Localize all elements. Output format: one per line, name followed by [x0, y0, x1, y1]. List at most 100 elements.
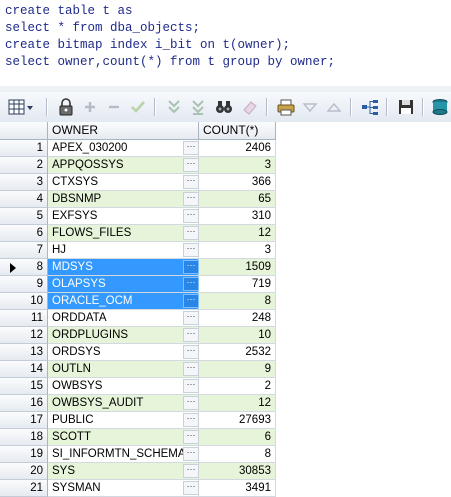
triangle-down-icon[interactable] [300, 97, 320, 117]
cell-ellipsis-button[interactable]: ··· [183, 243, 199, 257]
owner-cell[interactable]: SYSMAN [48, 480, 199, 497]
eraser-icon[interactable] [240, 97, 260, 117]
count-cell[interactable]: 27693 [199, 412, 276, 429]
table-row[interactable]: 7 HJ ··· 3 [0, 242, 278, 259]
owner-cell[interactable]: MDSYS [48, 259, 199, 276]
row-number[interactable]: 1 [0, 140, 48, 157]
row-number[interactable]: 5 [0, 208, 48, 225]
row-number[interactable]: 11 [0, 310, 48, 327]
count-cell[interactable]: 8 [199, 446, 276, 463]
table-row[interactable]: 19 SI_INFORMTN_SCHEMA ··· 8 [0, 446, 278, 463]
cell-ellipsis-button[interactable]: ··· [183, 141, 199, 155]
count-cell[interactable]: 1509 [199, 259, 276, 276]
count-cell[interactable]: 10 [199, 327, 276, 344]
count-cell[interactable]: 30853 [199, 463, 276, 480]
save-icon[interactable] [396, 97, 416, 117]
table-row[interactable]: 4 DBSNMP ··· 65 [0, 191, 278, 208]
down-double-alt-icon[interactable] [188, 97, 208, 117]
row-number[interactable]: 2 [0, 157, 48, 174]
row-number[interactable]: 19 [0, 446, 48, 463]
owner-cell[interactable]: HJ [48, 242, 199, 259]
owner-cell[interactable]: OLAPSYS [48, 276, 199, 293]
row-number[interactable]: 20 [0, 463, 48, 480]
check-icon[interactable] [128, 97, 148, 117]
triangle-up-icon[interactable] [324, 97, 344, 117]
table-row[interactable]: 16 OWBSYS_AUDIT ··· 12 [0, 395, 278, 412]
owner-cell[interactable]: OWBSYS_AUDIT [48, 395, 199, 412]
row-number[interactable]: 9 [0, 276, 48, 293]
owner-cell[interactable]: APPQOSSYS [48, 157, 199, 174]
cell-ellipsis-button[interactable]: ··· [183, 481, 199, 495]
table-row[interactable]: 11 ORDDATA ··· 248 [0, 310, 278, 327]
cell-ellipsis-button[interactable]: ··· [183, 430, 199, 444]
cell-ellipsis-button[interactable]: ··· [183, 464, 199, 478]
cell-ellipsis-button[interactable]: ··· [183, 294, 199, 308]
table-row[interactable]: 17 PUBLIC ··· 27693 [0, 412, 278, 429]
count-cell[interactable]: 3 [199, 157, 276, 174]
count-cell[interactable]: 12 [199, 395, 276, 412]
table-row[interactable]: 10 ORACLE_OCM ··· 8 [0, 293, 278, 310]
count-cell[interactable]: 719 [199, 276, 276, 293]
row-number[interactable]: 4 [0, 191, 48, 208]
row-number[interactable]: 21 [0, 480, 48, 497]
row-number[interactable]: 16 [0, 395, 48, 412]
grid-menu-icon[interactable] [8, 97, 36, 117]
count-cell[interactable]: 366 [199, 174, 276, 191]
owner-cell[interactable]: DBSNMP [48, 191, 199, 208]
table-row[interactable]: 5 EXFSYS ··· 310 [0, 208, 278, 225]
row-number[interactable]: 10 [0, 293, 48, 310]
cell-ellipsis-button[interactable]: ··· [183, 277, 199, 291]
owner-cell[interactable]: ORDSYS [48, 344, 199, 361]
owner-cell[interactable]: OUTLN [48, 361, 199, 378]
owner-cell[interactable]: EXFSYS [48, 208, 199, 225]
add-icon[interactable] [80, 97, 100, 117]
row-number[interactable]: 7 [0, 242, 48, 259]
cell-ellipsis-button[interactable]: ··· [183, 175, 199, 189]
count-cell[interactable]: 9 [199, 361, 276, 378]
cell-ellipsis-button[interactable]: ··· [183, 345, 199, 359]
table-row[interactable]: 14 OUTLN ··· 9 [0, 361, 278, 378]
table-row[interactable]: 15 OWBSYS ··· 2 [0, 378, 278, 395]
table-row[interactable]: 18 SCOTT ··· 6 [0, 429, 278, 446]
row-number[interactable]: 12 [0, 327, 48, 344]
cell-ellipsis-button[interactable]: ··· [183, 209, 199, 223]
owner-cell[interactable]: SI_INFORMTN_SCHEMA [48, 446, 199, 463]
cell-ellipsis-button[interactable]: ··· [183, 311, 199, 325]
table-row[interactable]: 2 APPQOSSYS ··· 3 [0, 157, 278, 174]
row-number[interactable]: 17 [0, 412, 48, 429]
down-double-icon[interactable] [164, 97, 184, 117]
count-cell[interactable]: 310 [199, 208, 276, 225]
cell-ellipsis-button[interactable]: ··· [183, 396, 199, 410]
tree-icon[interactable] [360, 97, 380, 117]
table-row[interactable]: 6 FLOWS_FILES ··· 12 [0, 225, 278, 242]
export-icon[interactable] [430, 97, 450, 117]
sql-editor[interactable]: create table t as select * from dba_obje… [0, 0, 451, 87]
cell-ellipsis-button[interactable]: ··· [183, 328, 199, 342]
remove-icon[interactable] [104, 97, 124, 117]
owner-cell[interactable]: PUBLIC [48, 412, 199, 429]
owner-cell[interactable]: SCOTT [48, 429, 199, 446]
owner-cell[interactable]: ORDPLUGINS [48, 327, 199, 344]
table-row[interactable]: 1 APEX_030200 ··· 2406 [0, 140, 278, 157]
count-cell[interactable]: 12 [199, 225, 276, 242]
cell-ellipsis-button[interactable]: ··· [183, 158, 199, 172]
count-cell[interactable]: 6 [199, 429, 276, 446]
row-number[interactable]: 3 [0, 174, 48, 191]
count-cell[interactable]: 3 [199, 242, 276, 259]
row-number[interactable]: 14 [0, 361, 48, 378]
owner-cell[interactable]: APEX_030200 [48, 140, 199, 157]
table-row[interactable]: 12 ORDPLUGINS ··· 10 [0, 327, 278, 344]
count-cell[interactable]: 8 [199, 293, 276, 310]
lock-icon[interactable] [56, 97, 76, 117]
owner-cell[interactable]: OWBSYS [48, 378, 199, 395]
count-cell[interactable]: 2532 [199, 344, 276, 361]
cell-ellipsis-button[interactable]: ··· [183, 379, 199, 393]
owner-cell[interactable]: ORACLE_OCM [48, 293, 199, 310]
cell-ellipsis-button[interactable]: ··· [183, 192, 199, 206]
cell-ellipsis-button[interactable]: ··· [183, 362, 199, 376]
table-row[interactable]: 13 ORDSYS ··· 2532 [0, 344, 278, 361]
count-cell[interactable]: 2 [199, 378, 276, 395]
owner-cell[interactable]: FLOWS_FILES [48, 225, 199, 242]
count-cell[interactable]: 2406 [199, 140, 276, 157]
row-number[interactable]: 6 [0, 225, 48, 242]
